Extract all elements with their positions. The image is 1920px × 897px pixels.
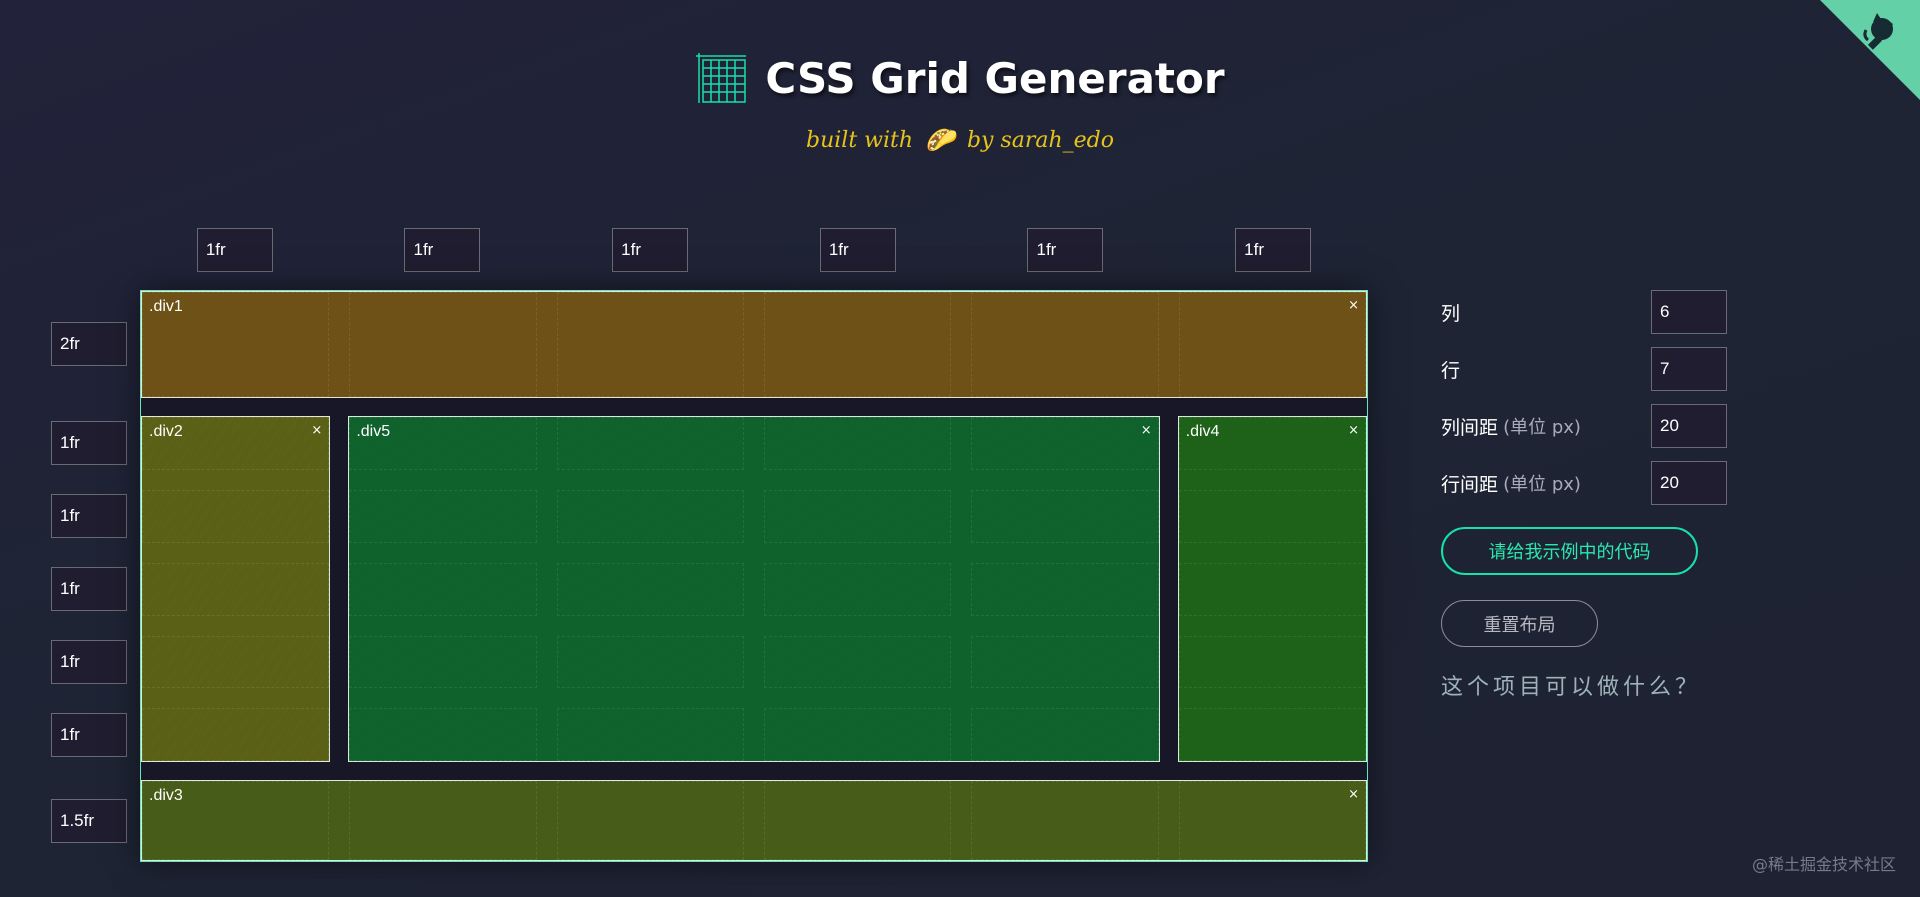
row-size-input[interactable] bbox=[51, 567, 127, 612]
page-title: CSS Grid Generator bbox=[765, 53, 1225, 103]
columns-count-input[interactable] bbox=[1651, 290, 1727, 334]
grid-item-div3[interactable]: .div3 × bbox=[141, 779, 1367, 861]
header: CSS Grid Generator built with 🌮 by sarah… bbox=[0, 52, 1920, 154]
row-gap-input[interactable] bbox=[1651, 461, 1727, 505]
column-size-input[interactable] bbox=[1027, 228, 1104, 272]
row-size-input[interactable] bbox=[51, 494, 127, 539]
rows-count-input[interactable] bbox=[1651, 347, 1727, 391]
column-size-inputs bbox=[141, 228, 1367, 272]
close-icon[interactable]: × bbox=[1348, 423, 1359, 438]
column-size-input[interactable] bbox=[612, 228, 689, 272]
row-size-input[interactable] bbox=[51, 713, 127, 758]
close-icon[interactable]: × bbox=[1141, 423, 1152, 438]
close-icon[interactable]: × bbox=[1348, 298, 1359, 313]
grid-items-layer: .div1 × .div2 × .div5 × .div4 × .div3 × bbox=[141, 291, 1367, 861]
column-gap-input[interactable] bbox=[1651, 404, 1727, 448]
taco-icon: 🌮 bbox=[925, 126, 955, 154]
close-icon[interactable]: × bbox=[311, 423, 322, 438]
grid-item-div5[interactable]: .div5 × bbox=[348, 416, 1160, 762]
row-gap-label: 行间距 bbox=[1441, 473, 1499, 496]
columns-label: 列 bbox=[1441, 302, 1461, 325]
grid-item-div4[interactable]: .div4 × bbox=[1177, 416, 1367, 762]
reset-layout-button[interactable]: 重置布局 bbox=[1441, 600, 1598, 647]
watermark: @稀土掘金技术社区 bbox=[1751, 855, 1896, 874]
grid-item-div1[interactable]: .div1 × bbox=[141, 291, 1367, 399]
row-size-input[interactable] bbox=[51, 799, 127, 844]
subtitle: built with 🌮 by sarah_edo bbox=[0, 126, 1920, 154]
item-label: .div4 bbox=[1185, 423, 1220, 441]
settings-panel: 列 行 列间距 (单位 px) 行间距 (单位 px) 请给我示例中的代码 重置… bbox=[1441, 290, 1741, 701]
row-size-input[interactable] bbox=[51, 640, 127, 685]
column-size-input[interactable] bbox=[1235, 228, 1312, 272]
close-icon[interactable]: × bbox=[1348, 787, 1359, 802]
column-size-input[interactable] bbox=[404, 228, 481, 272]
rows-label: 行 bbox=[1441, 359, 1461, 382]
grid-logo-icon bbox=[696, 53, 747, 103]
column-size-input[interactable] bbox=[819, 228, 896, 272]
author-link[interactable]: by sarah_edo bbox=[967, 128, 1114, 153]
item-label: .div2 bbox=[149, 423, 183, 441]
row-size-inputs bbox=[51, 291, 127, 861]
item-label: .div5 bbox=[356, 423, 391, 441]
column-size-input[interactable] bbox=[196, 228, 273, 272]
item-label: .div1 bbox=[149, 298, 183, 315]
item-label: .div3 bbox=[149, 786, 183, 804]
subtitle-prefix: built with bbox=[806, 127, 914, 153]
about-link[interactable]: 这个项目可以做什么？ bbox=[1441, 669, 1741, 701]
row-size-input[interactable] bbox=[51, 421, 127, 466]
column-gap-label: 列间距 bbox=[1441, 416, 1499, 439]
row-size-input[interactable] bbox=[51, 321, 127, 366]
grid-item-div2[interactable]: .div2 × bbox=[141, 416, 331, 762]
row-gap-unit: (单位 px) bbox=[1503, 474, 1581, 495]
column-gap-unit: (单位 px) bbox=[1503, 417, 1581, 438]
grid-container: .div1 × .div2 × .div5 × .div4 × .div3 × bbox=[140, 290, 1368, 862]
show-code-button[interactable]: 请给我示例中的代码 bbox=[1441, 527, 1698, 575]
